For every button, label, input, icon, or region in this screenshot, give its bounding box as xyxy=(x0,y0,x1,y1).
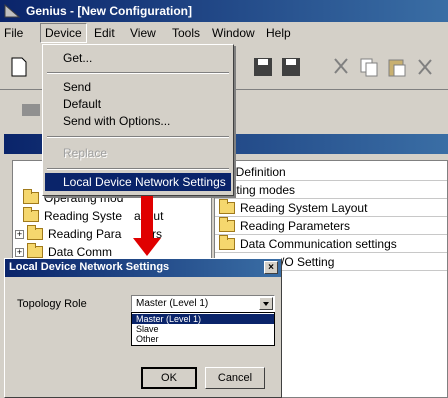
dialog-title: Local Device Network Settings xyxy=(9,261,170,273)
topology-role-options: Master (Level 1) Slave Other xyxy=(131,312,275,346)
menu-item-send[interactable]: Send xyxy=(45,78,231,96)
list-item-label: Reading System Layout xyxy=(240,200,368,215)
selected-value: Master (Level 1) xyxy=(136,298,209,309)
folder-icon xyxy=(23,207,39,222)
menu-help[interactable]: Help xyxy=(266,26,291,40)
tree-item-label: Data Comm xyxy=(48,245,113,259)
topology-role-label: Topology Role xyxy=(17,298,87,310)
menu-separator xyxy=(47,136,229,138)
menu-item-get[interactable]: Get... xyxy=(45,49,231,67)
menu-window[interactable]: Window xyxy=(212,26,255,40)
list-item[interactable]: Data Communication settings xyxy=(215,234,447,253)
expand-icon[interactable]: + xyxy=(15,229,24,239)
folder-icon xyxy=(219,234,235,250)
new-document-icon[interactable] xyxy=(8,56,30,78)
menu-item-replace: Replace xyxy=(63,146,108,160)
topology-role-select[interactable]: Master (Level 1) xyxy=(131,295,275,312)
local-network-settings-dialog: Local Device Network Settings × Topology… xyxy=(4,258,282,398)
genius-app-icon xyxy=(4,3,21,18)
ok-button[interactable]: OK xyxy=(141,367,197,389)
folder-icon xyxy=(23,189,39,204)
save-all-icon[interactable] xyxy=(280,56,302,78)
delete-icon[interactable] xyxy=(414,56,436,78)
red-arrow-head xyxy=(133,238,161,256)
chevron-down-icon[interactable] xyxy=(259,297,273,310)
cut-icon[interactable] xyxy=(330,56,352,78)
menu-file[interactable]: File xyxy=(4,26,23,40)
menu-edit[interactable]: Edit xyxy=(94,26,115,40)
red-arrow-shaft xyxy=(141,196,153,240)
list-item[interactable]: erating modes xyxy=(215,181,447,199)
dialog-title-bar: Local Device Network Settings × xyxy=(5,259,281,277)
menu-separator xyxy=(47,72,229,74)
close-icon[interactable]: × xyxy=(264,261,278,274)
cancel-button[interactable]: Cancel xyxy=(205,367,265,389)
menu-device[interactable]: Device xyxy=(40,23,87,43)
list-item-label: Reading Parameters xyxy=(240,218,351,233)
expand-icon[interactable]: + xyxy=(15,247,24,257)
menu-item-send-with-options[interactable]: Send with Options... xyxy=(45,112,231,130)
paste-icon[interactable] xyxy=(386,56,408,78)
copy-icon[interactable] xyxy=(358,56,380,78)
menu-item-default[interactable]: Default xyxy=(45,95,231,113)
option-other[interactable]: Other xyxy=(132,334,274,344)
menu-tools[interactable]: Tools xyxy=(172,26,200,40)
list-item[interactable]: Reading Parameters xyxy=(215,216,447,235)
save-icon[interactable] xyxy=(252,56,274,78)
list-item-label: Data Communication settings xyxy=(240,236,397,251)
list-item[interactable]: Reading System Layout xyxy=(215,198,447,217)
open-folder-icon[interactable] xyxy=(20,98,42,120)
menu-item-local-network-settings[interactable]: Local Device Network Settings xyxy=(45,173,231,191)
option-slave[interactable]: Slave xyxy=(132,324,274,334)
device-menu-dropdown: Get... Send Default Send with Options...… xyxy=(42,44,234,196)
menu-view[interactable]: View xyxy=(130,26,156,40)
list-item-label: /O Setting xyxy=(281,254,335,269)
window-title: Genius - [New Configuration] xyxy=(26,4,192,18)
folder-icon xyxy=(219,198,235,214)
folder-icon xyxy=(27,225,43,240)
folder-icon xyxy=(27,243,43,258)
menu-separator xyxy=(47,168,229,170)
list-item[interactable]: de Definition xyxy=(215,163,447,181)
option-master[interactable]: Master (Level 1) xyxy=(132,314,274,324)
title-bar: Genius - [New Configuration] xyxy=(0,0,448,22)
folder-icon xyxy=(219,216,235,232)
menu-bar: File Device Edit View Tools Window Help xyxy=(0,22,448,44)
